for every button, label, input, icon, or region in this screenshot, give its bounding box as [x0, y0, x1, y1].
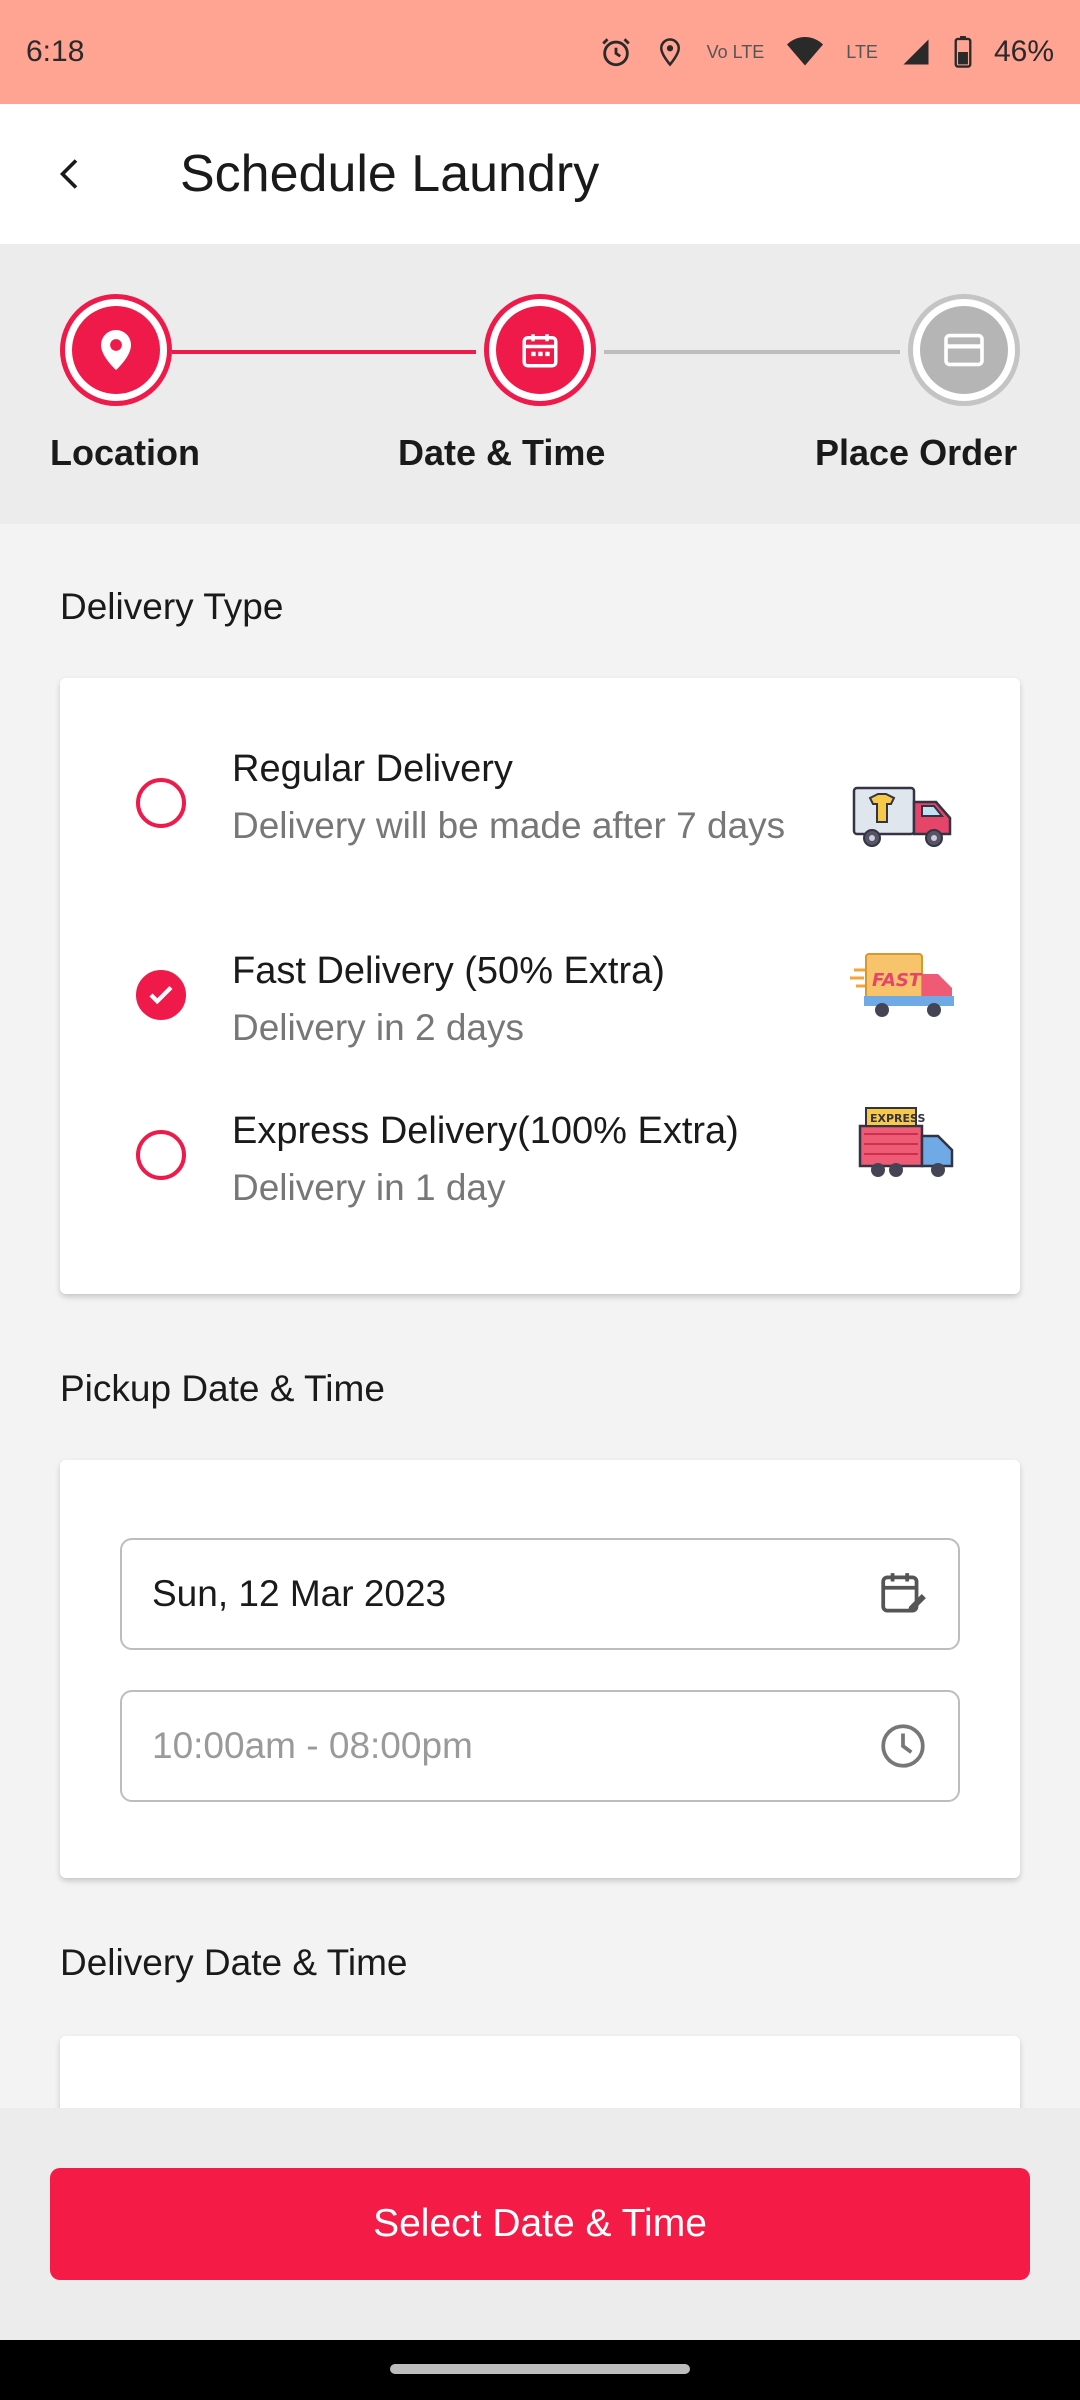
- status-bar: 6:18 Vo LTE LTE 46%: [0, 0, 1080, 104]
- pickup-date-field[interactable]: Sun, 12 Mar 2023: [120, 1538, 960, 1650]
- volte-indicator: Vo LTE: [706, 42, 765, 62]
- battery-percent: 46%: [993, 35, 1054, 68]
- home-indicator[interactable]: [390, 2364, 690, 2374]
- back-arrow-icon: [59, 159, 78, 189]
- app-bar: Schedule Laundry: [0, 104, 1080, 244]
- delivery-type-heading: Delivery Type: [60, 586, 284, 627]
- laundry-truck-icon: [852, 786, 952, 847]
- step-label-place-order: Place Order: [815, 432, 1018, 473]
- pickup-date-value: Sun, 12 Mar 2023: [152, 1573, 447, 1614]
- option-subtitle: Delivery will be made after 7 days: [232, 805, 786, 846]
- svg-text:EXPRESS: EXPRESS: [870, 1112, 925, 1125]
- step-label-date-time: Date & Time: [398, 432, 606, 473]
- calendar-icon: [522, 334, 558, 368]
- location-pin-icon: [101, 330, 131, 370]
- status-icons: Vo LTE LTE 46%: [599, 35, 1054, 69]
- page-title: Schedule Laundry: [180, 145, 600, 203]
- delivery-option-regular[interactable]: Regular Delivery Delivery will be made a…: [60, 748, 1020, 908]
- option-subtitle: Delivery in 2 days: [232, 1007, 525, 1048]
- step-connector-complete: [172, 350, 476, 354]
- calendar-edit-icon[interactable]: [878, 1569, 928, 1619]
- delivery-date-heading: Delivery Date & Time: [60, 1942, 408, 1983]
- step-connector-pending: [604, 350, 900, 354]
- card-icon: [944, 333, 984, 367]
- system-nav-bar: [0, 2340, 1080, 2400]
- svg-text:FAST: FAST: [872, 970, 923, 991]
- clock-icon[interactable]: [878, 1721, 928, 1771]
- pickup-time-field[interactable]: 10:00am - 08:00pm: [120, 1690, 960, 1802]
- select-date-time-button[interactable]: Select Date & Time: [50, 2168, 1030, 2280]
- pickup-heading: Pickup Date & Time: [60, 1368, 385, 1409]
- wifi-icon: [786, 37, 824, 67]
- delivery-type-card: Regular Delivery Delivery will be made a…: [60, 678, 1020, 1294]
- radio-fast[interactable]: [136, 970, 186, 1020]
- alarm-icon: [599, 35, 633, 69]
- check-icon: [149, 985, 173, 1005]
- signal-icon: [900, 37, 932, 67]
- option-title: Regular Delivery: [232, 748, 513, 790]
- battery-icon: [954, 36, 972, 68]
- status-time: 6:18: [26, 35, 85, 68]
- step-location[interactable]: [60, 294, 172, 406]
- fast-truck-icon: FAST: [850, 953, 954, 1017]
- pickup-time-placeholder: 10:00am - 08:00pm: [152, 1725, 473, 1766]
- option-subtitle: Delivery in 1 day: [232, 1167, 506, 1208]
- option-title: Express Delivery(100% Extra): [232, 1110, 739, 1152]
- network-type: LTE: [846, 42, 878, 62]
- step-date-time[interactable]: [484, 294, 596, 406]
- bottom-action-bar: Select Date & Time: [0, 2108, 1080, 2340]
- delivery-option-express[interactable]: Express Delivery(100% Extra) Delivery in…: [60, 1107, 1020, 1220]
- step-label-location: Location: [50, 432, 200, 473]
- location-icon: [655, 35, 685, 69]
- radio-regular[interactable]: [136, 778, 186, 828]
- radio-express[interactable]: [136, 1130, 186, 1180]
- step-place-order[interactable]: [908, 294, 1020, 406]
- back-button[interactable]: [0, 104, 140, 244]
- pickup-card: Sun, 12 Mar 2023 10:00am - 08:00pm: [60, 1460, 1020, 1878]
- express-truck-icon: EXPRESS: [858, 1107, 954, 1177]
- progress-stepper: Location Date & Time Place Order: [0, 244, 1080, 524]
- delivery-option-fast[interactable]: Fast Delivery (50% Extra) Delivery in 2 …: [60, 950, 1020, 1060]
- option-title: Fast Delivery (50% Extra): [232, 950, 665, 992]
